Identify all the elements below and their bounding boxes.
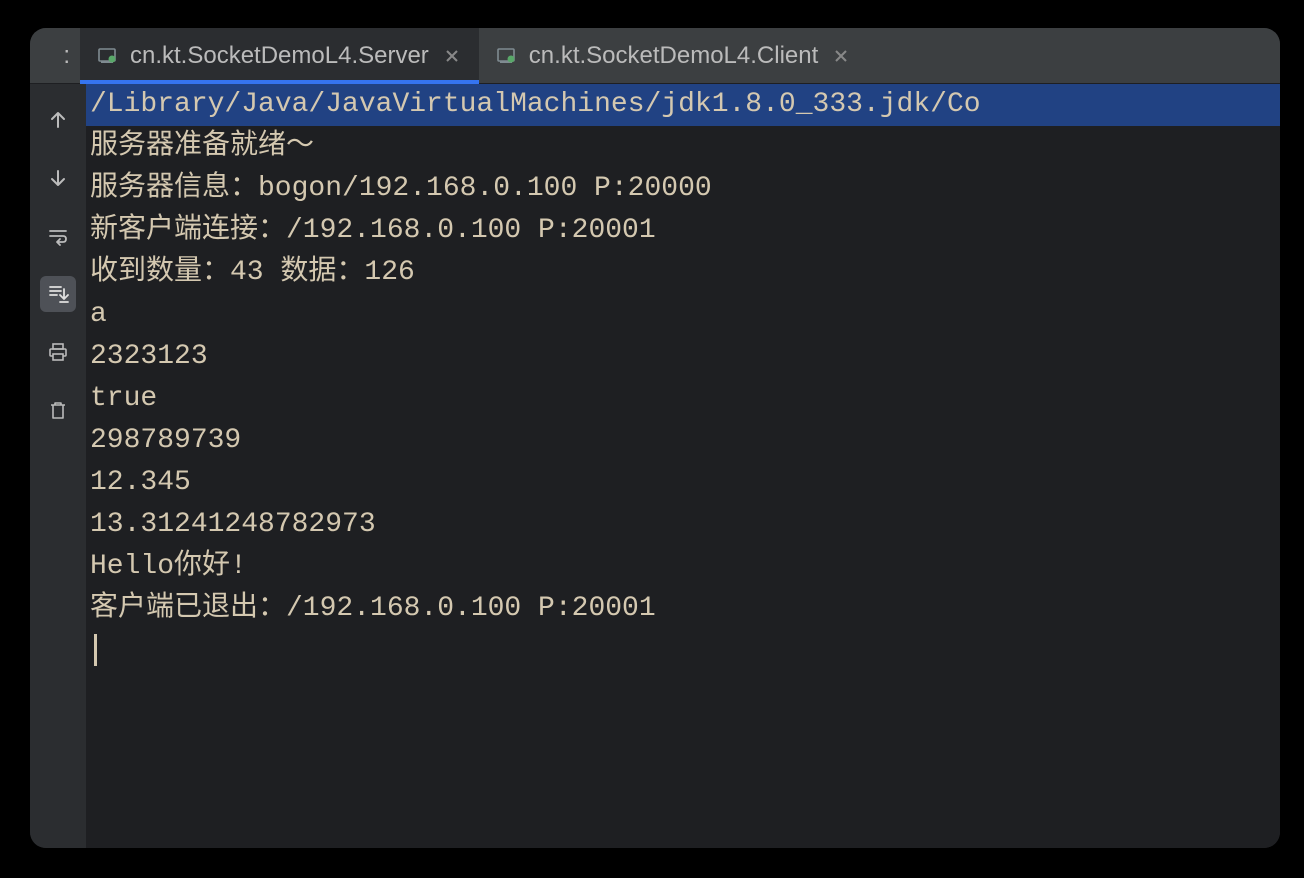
up-arrow-icon[interactable] (40, 102, 76, 138)
console-line: 收到数量：43 数据：126 (86, 252, 1280, 294)
tab-label: cn.kt.SocketDemoL4.Server (130, 42, 429, 70)
print-icon[interactable] (40, 334, 76, 370)
console-line: 新客户端连接：/192.168.0.100 P:20001 (86, 210, 1280, 252)
body-area: /Library/Java/JavaVirtualMachines/jdk1.8… (30, 84, 1280, 848)
console-line: 298789739 (86, 420, 1280, 462)
soft-wrap-icon[interactable] (40, 218, 76, 254)
run-config-icon (497, 46, 517, 66)
console-line: Hello你好! (86, 546, 1280, 588)
console-line: a (86, 294, 1280, 336)
down-arrow-icon[interactable] (40, 160, 76, 196)
console-line: 13.31241248782973 (86, 504, 1280, 546)
console-line: 客户端已退出：/192.168.0.100 P:20001 (86, 588, 1280, 630)
console-output[interactable]: /Library/Java/JavaVirtualMachines/jdk1.8… (86, 84, 1280, 848)
run-tab-bar: : cn.kt.SocketDemoL4.Server (30, 28, 1280, 84)
tab-label: cn.kt.SocketDemoL4.Client (529, 42, 818, 70)
console-gutter (30, 84, 86, 848)
console-path-line: /Library/Java/JavaVirtualMachines/jdk1.8… (86, 84, 1280, 126)
text-caret (94, 634, 97, 666)
close-icon[interactable] (443, 47, 461, 65)
tabbar-left-label: : (30, 42, 80, 70)
run-config-icon (98, 46, 118, 66)
trash-icon[interactable] (40, 392, 76, 428)
console-line: true (86, 378, 1280, 420)
console-line: 服务器信息：bogon/192.168.0.100 P:20000 (86, 168, 1280, 210)
console-caret-line (86, 630, 1280, 672)
tab-client[interactable]: cn.kt.SocketDemoL4.Client (479, 28, 868, 83)
close-icon[interactable] (832, 47, 850, 65)
console-line: 2323123 (86, 336, 1280, 378)
ide-run-tool-window: : cn.kt.SocketDemoL4.Server (30, 28, 1280, 848)
tab-server[interactable]: cn.kt.SocketDemoL4.Server (80, 28, 479, 83)
console-line: 服务器准备就绪～ (86, 126, 1280, 168)
console-line: 12.345 (86, 462, 1280, 504)
colon-label: : (63, 42, 70, 70)
scroll-to-end-icon[interactable] (40, 276, 76, 312)
